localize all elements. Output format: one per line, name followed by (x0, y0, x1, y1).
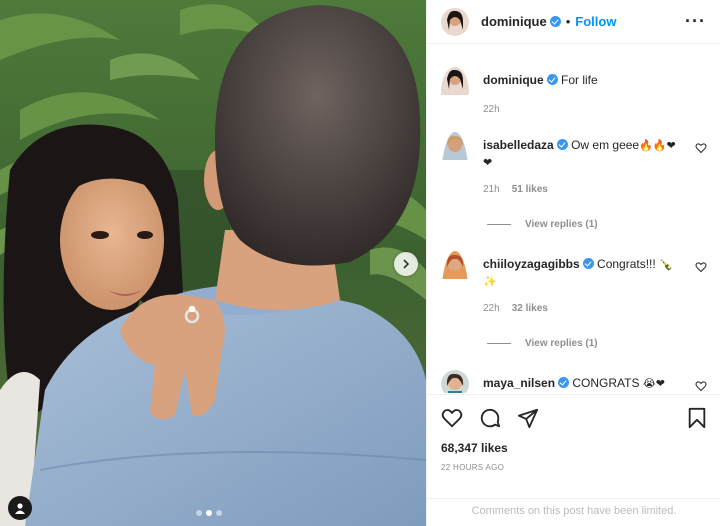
caption: dominique For life 22h (441, 67, 707, 118)
comments-limited-notice: Comments on this post have been limited. (427, 498, 720, 526)
avatar-image (441, 7, 469, 36)
comment-text: Ow em geee (571, 138, 640, 152)
view-replies-button[interactable]: View replies (1) (487, 216, 693, 233)
comment-likes[interactable]: 51 likes (512, 184, 548, 195)
caption-time[interactable]: 22h (483, 104, 500, 115)
comment-likes[interactable]: 32 likes (512, 303, 548, 314)
comment-time[interactable]: 22h (483, 303, 500, 314)
comment-emojis-line2: ❤ (483, 156, 493, 169)
carousel-dots (196, 510, 222, 516)
avatar-image (441, 251, 469, 279)
replies-divider (487, 224, 511, 225)
verified-badge-icon (556, 139, 568, 150)
posted-time[interactable]: 22 HOURS AGO (441, 463, 707, 472)
share-icon[interactable] (517, 407, 539, 429)
comment-text: CONGRATS (572, 376, 640, 390)
avatar[interactable] (441, 251, 469, 352)
more-options-icon[interactable]: ··· (685, 11, 706, 32)
bookmark-icon[interactable] (687, 407, 707, 429)
avatar-image (441, 132, 469, 160)
carousel-next-button[interactable] (394, 252, 418, 276)
comment-like-heart-icon[interactable] (695, 142, 707, 154)
comment-time[interactable]: 21h (483, 184, 500, 195)
view-replies-label: View replies (1) (525, 219, 598, 230)
verified-badge-icon (549, 16, 561, 27)
caption-text: For life (561, 73, 598, 87)
comment-username[interactable]: chiiloyzagagibbs (483, 257, 580, 271)
comment-emojis-line2: ✨ (483, 275, 497, 288)
comment-emojis: 🔥🔥❤ (639, 139, 676, 152)
avatar[interactable] (441, 7, 469, 36)
avatar[interactable] (441, 370, 469, 393)
avatar[interactable] (441, 67, 469, 118)
comment-icon[interactable] (479, 407, 501, 429)
comment-emojis: 😭❤ (642, 377, 665, 390)
carousel-dot-active (206, 510, 212, 516)
user-icon (15, 503, 25, 514)
post-sidebar: dominique • Follow ··· dominique For lif… (426, 0, 720, 526)
comments-list[interactable]: dominique For life 22h isabelledaza Ow e… (427, 45, 720, 393)
comment-username[interactable]: maya_nilsen (483, 376, 555, 390)
avatar-image (441, 370, 469, 393)
post-actions: 68,347 likes 22 HOURS AGO (427, 394, 720, 472)
comment-username[interactable]: isabelledaza (483, 138, 554, 152)
engagement-photo (0, 0, 426, 526)
comment-like-heart-icon[interactable] (695, 261, 707, 273)
follow-button[interactable]: Follow (575, 14, 616, 29)
post-author[interactable]: dominique (481, 14, 547, 29)
avatar-image (441, 67, 469, 95)
caption-username[interactable]: dominique (483, 73, 544, 87)
comment-item: chiiloyzagagibbs Congrats!!! 🍾 ✨ 22h 32 l… (441, 251, 707, 352)
post-photo[interactable] (0, 0, 426, 526)
comment-like-heart-icon[interactable] (695, 380, 707, 392)
action-bar (441, 395, 707, 441)
verified-badge-icon (582, 258, 594, 269)
verified-badge-icon (558, 377, 570, 388)
comment-emojis: 🍾 (659, 258, 673, 271)
comment-item: maya_nilsen CONGRATS 😭❤ (441, 370, 707, 393)
heart-icon[interactable] (441, 407, 463, 429)
comment-text: Congrats!!! (597, 257, 656, 271)
comment-item: isabelledaza Ow em geee🔥🔥❤ ❤ 21h 51 likes… (441, 132, 707, 233)
tagged-users-button[interactable] (8, 496, 32, 520)
view-replies-label: View replies (1) (525, 338, 598, 349)
post-header: dominique • Follow ··· (427, 0, 720, 44)
carousel-dot (216, 510, 222, 516)
replies-divider (487, 343, 511, 344)
carousel-dot (196, 510, 202, 516)
chevron-right-icon (403, 259, 410, 269)
likes-count[interactable]: 68,347 likes (441, 441, 707, 455)
avatar[interactable] (441, 132, 469, 233)
separator: • (565, 14, 571, 29)
verified-badge-icon (546, 74, 558, 85)
view-replies-button[interactable]: View replies (1) (487, 335, 693, 352)
